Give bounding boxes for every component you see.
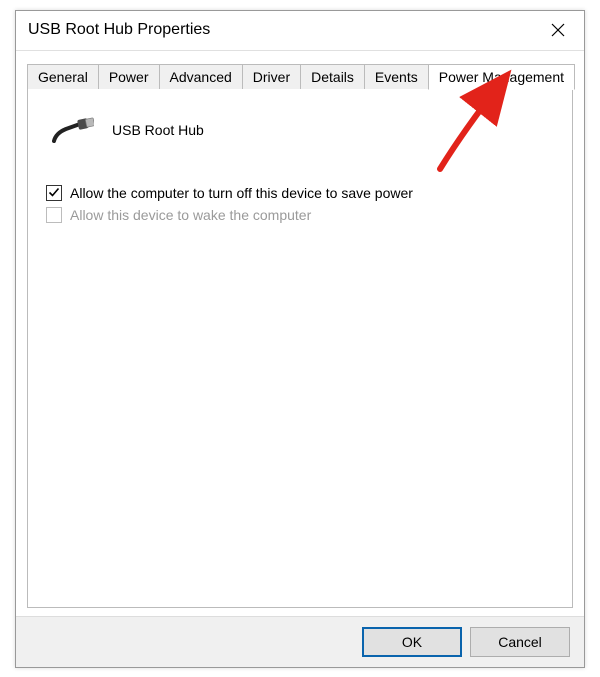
cancel-button-label: Cancel xyxy=(498,634,542,650)
cancel-button[interactable]: Cancel xyxy=(470,627,570,657)
window-title: USB Root Hub Properties xyxy=(28,21,536,39)
usb-cable-icon xyxy=(52,115,94,145)
tab-power-management[interactable]: Power Management xyxy=(428,64,575,90)
option-allow-turnoff[interactable]: Allow the computer to turn off this devi… xyxy=(46,185,554,201)
device-name: USB Root Hub xyxy=(112,122,204,138)
ok-button-label: OK xyxy=(402,634,422,650)
content-area: General Power Advanced Driver Details Ev… xyxy=(16,51,584,616)
checkbox-allow-wake xyxy=(46,207,62,223)
tab-advanced[interactable]: Advanced xyxy=(159,64,243,89)
device-header: USB Root Hub xyxy=(52,115,554,145)
tab-driver[interactable]: Driver xyxy=(242,64,301,89)
checkmark-icon xyxy=(48,187,60,198)
label-allow-wake: Allow this device to wake the computer xyxy=(70,207,311,223)
tab-general[interactable]: General xyxy=(27,64,99,89)
tab-power[interactable]: Power xyxy=(98,64,160,89)
tabstrip: General Power Advanced Driver Details Ev… xyxy=(27,64,573,89)
titlebar: USB Root Hub Properties xyxy=(16,11,584,51)
properties-dialog: USB Root Hub Properties General Power Ad… xyxy=(15,10,585,668)
tab-panel-power-management: USB Root Hub Allow the computer to turn … xyxy=(27,88,573,608)
tab-events[interactable]: Events xyxy=(364,64,429,89)
checkbox-allow-turnoff[interactable] xyxy=(46,185,62,201)
label-allow-turnoff: Allow the computer to turn off this devi… xyxy=(70,185,413,201)
ok-button[interactable]: OK xyxy=(362,627,462,657)
option-allow-wake: Allow this device to wake the computer xyxy=(46,207,554,223)
close-icon xyxy=(551,23,565,37)
tab-details[interactable]: Details xyxy=(300,64,365,89)
button-bar: OK Cancel xyxy=(16,616,584,667)
close-button[interactable] xyxy=(536,14,580,46)
